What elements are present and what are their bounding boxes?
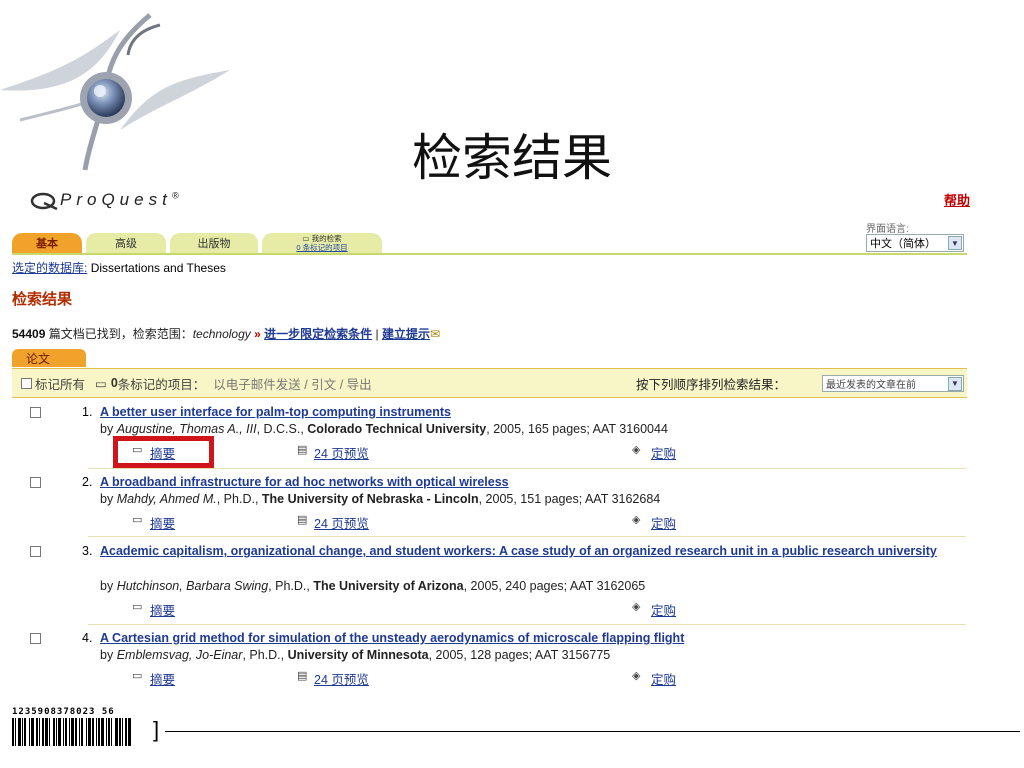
order-icon: ◈: [632, 601, 641, 613]
result-item: 2. A broadband infrastructure for ad hoc…: [12, 475, 970, 532]
page-preview-link[interactable]: 24 页预览: [314, 443, 369, 462]
results-toolbar: 标记所有 ▭ 0 条标记的项目： 以电子邮件发送 / 引文 / 导出 按下列顺序…: [12, 368, 967, 398]
header-bar: ProQuest® 帮助: [30, 190, 970, 214]
page-preview-icon: ▤: [297, 514, 308, 526]
result-checkbox[interactable]: [30, 407, 41, 418]
folder-icon: ▭: [302, 234, 310, 243]
abstract-link[interactable]: 摘要: [150, 513, 175, 532]
tab-dissertations[interactable]: 论文: [12, 349, 86, 367]
order-link[interactable]: 定购: [651, 600, 676, 619]
create-alert-link[interactable]: 建立提示: [382, 327, 430, 341]
abstract-icon: ▭: [132, 670, 143, 682]
barcode-number: 1235908378023 56: [12, 707, 115, 717]
marked-count: 0: [110, 376, 118, 390]
result-number: 1.: [82, 405, 93, 419]
language-value: 中文（简体）: [870, 238, 936, 250]
order-icon: ◈: [632, 670, 641, 682]
chevron-down-icon: ▼: [948, 376, 962, 391]
result-number: 3.: [82, 544, 93, 558]
result-number: 2.: [82, 475, 93, 489]
language-select[interactable]: 中文（简体） ▼: [866, 234, 964, 252]
abstract-link[interactable]: 摘要: [150, 669, 175, 688]
help-link[interactable]: 帮助: [944, 190, 970, 209]
database-name: Dissertations and Theses: [90, 261, 226, 275]
result-byline: by Augustine, Thomas A., III, D.C.S., Co…: [100, 422, 668, 436]
result-title-link[interactable]: A broadband infrastructure for ad hoc ne…: [100, 475, 970, 490]
sort-select[interactable]: 最近发表的文章在前 ▼: [822, 375, 964, 392]
result-title-link[interactable]: A better user interface for palm-top com…: [100, 405, 970, 420]
result-title-link[interactable]: A Cartesian grid method for simulation o…: [100, 631, 970, 646]
search-mode-tabs: 基本 高级 出版物 ▭ 我的检索 0 条标记的项目: [12, 233, 382, 253]
bracket-mark: ]: [153, 717, 160, 742]
language-label: 界面语言:: [866, 224, 909, 235]
refine-search-link[interactable]: 进一步限定检索条件: [264, 327, 372, 341]
marked-items-link[interactable]: 0 条标记的项目: [296, 243, 347, 252]
search-term: technology: [192, 327, 251, 341]
result-title-link[interactable]: Academic capitalism, organizational chan…: [100, 544, 970, 559]
tab-publications[interactable]: 出版物: [170, 233, 258, 253]
result-checkbox[interactable]: [30, 477, 41, 488]
tab-advanced[interactable]: 高级: [86, 233, 166, 253]
results-summary: 54409 篇文档已找到，检索范围：technology » 进一步限定检索条件…: [12, 327, 441, 341]
order-icon: ◈: [632, 444, 641, 456]
proquest-logo-icon: [30, 192, 58, 210]
abstract-icon: ▭: [132, 514, 143, 526]
results-heading: 检索结果: [12, 291, 73, 308]
mark-all-label: 标记所有: [35, 377, 86, 392]
result-item: 3. Academic capitalism, organizational c…: [12, 544, 967, 619]
abstract-icon: ▭: [132, 601, 143, 613]
selected-database-link[interactable]: 选定的数据库:: [12, 261, 87, 275]
result-divider: [88, 624, 966, 625]
footer-rule: [165, 731, 1020, 732]
selected-database: 选定的数据库: Dissertations and Theses: [12, 259, 226, 276]
order-icon: ◈: [632, 514, 641, 526]
page-preview-icon: ▤: [297, 444, 308, 456]
result-checkbox[interactable]: [30, 633, 41, 644]
mark-all-checkbox[interactable]: [21, 377, 32, 389]
tab-basic[interactable]: 基本: [12, 233, 82, 253]
folder-icon: ▭: [95, 376, 107, 391]
result-item: 4. A Cartesian grid method for simulatio…: [12, 631, 967, 689]
envelope-icon: ✉: [429, 327, 441, 341]
abstract-link[interactable]: 摘要: [150, 600, 175, 619]
order-link[interactable]: 定购: [651, 513, 676, 532]
sort-label: 按下列顺序排列检索结果：: [636, 377, 787, 392]
order-link[interactable]: 定购: [651, 669, 676, 688]
result-divider: [88, 468, 966, 469]
result-checkbox[interactable]: [30, 546, 41, 557]
result-byline: by Mahdy, Ahmed M., Ph.D., The Universit…: [100, 492, 661, 506]
page-preview-icon: ▤: [297, 670, 308, 682]
result-byline: by Emblemsvag, Jo-Einar, Ph.D., Universi…: [100, 648, 611, 662]
results-count: 54409: [12, 327, 46, 341]
tab-my-searches[interactable]: ▭ 我的检索 0 条标记的项目: [262, 233, 382, 253]
order-link[interactable]: 定购: [651, 443, 676, 462]
page-preview-link[interactable]: 24 页预览: [314, 513, 369, 532]
export-actions[interactable]: 以电子邮件发送 / 引文 / 导出: [213, 374, 371, 393]
result-divider: [88, 536, 966, 537]
highlight-box: [113, 436, 214, 468]
page-preview-link[interactable]: 24 页预览: [314, 669, 369, 688]
slide-title: 检索结果: [412, 130, 612, 186]
result-number: 4.: [82, 631, 93, 645]
result-byline: by Hutchinson, Barbara Swing, Ph.D., The…: [100, 579, 646, 593]
barcode-graphic: [12, 718, 131, 746]
chevron-down-icon: ▼: [948, 236, 962, 250]
proquest-wordmark: ProQuest®: [60, 190, 179, 209]
tabs-divider: [12, 253, 967, 255]
